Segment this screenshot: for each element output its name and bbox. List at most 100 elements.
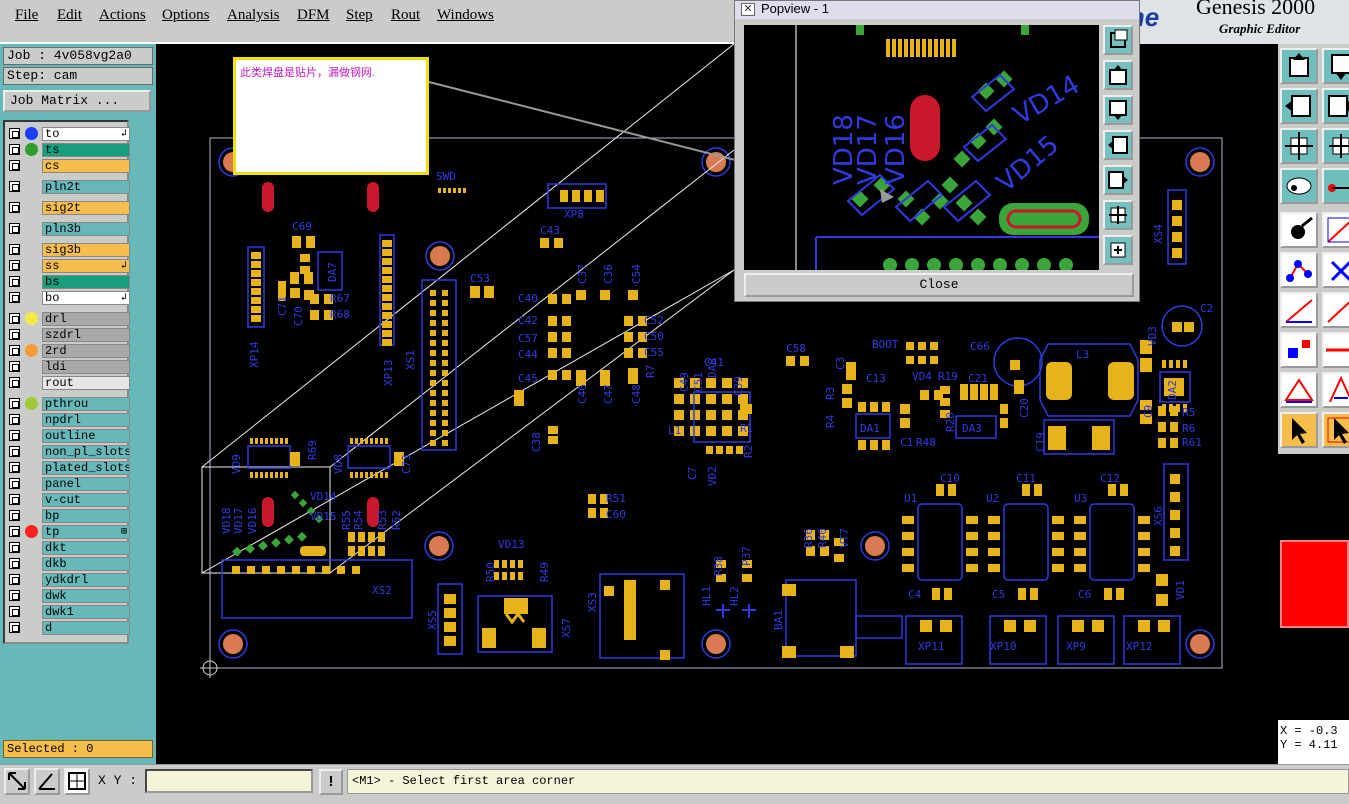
layer-checkbox[interactable] [9, 361, 20, 372]
layer-row-cs[interactable]: cs [9, 159, 130, 173]
add-pad-icon[interactable] [1280, 212, 1318, 248]
pan-left-icon[interactable] [1103, 130, 1133, 160]
layer-checkbox[interactable] [9, 462, 20, 473]
layer-color-dot[interactable] [25, 397, 38, 410]
close-button[interactable]: Close [744, 273, 1134, 297]
pan-up-icon[interactable] [1103, 60, 1133, 90]
pan-right-icon[interactable] [1322, 88, 1349, 124]
layer-row-szdrl[interactable]: szdrl [9, 328, 130, 342]
arrow-triangle-icon[interactable] [1322, 372, 1349, 408]
layer-checkbox[interactable] [9, 430, 20, 441]
layer-checkbox[interactable] [9, 260, 20, 271]
layer-row-drl[interactable]: drl [9, 312, 130, 326]
layer-name[interactable]: sig2t [42, 201, 130, 215]
layer-checkbox[interactable] [9, 223, 20, 234]
select-box-icon[interactable] [1322, 412, 1349, 448]
angle-icon[interactable] [1280, 292, 1318, 328]
layer-name[interactable]: rout [42, 376, 130, 390]
zoom-in-icon[interactable] [1280, 128, 1318, 164]
popview-canvas[interactable]: VD18 VD17 VD16 VD14 VD15 [744, 25, 1099, 270]
layer-checkbox[interactable] [9, 144, 20, 155]
layer-name[interactable]: dkb [42, 557, 130, 571]
layer-color-dot[interactable] [25, 344, 38, 357]
layer-row-sig2t[interactable]: sig2t [9, 201, 130, 215]
menu-analysis[interactable]: Analysis [227, 7, 280, 24]
layer-name[interactable]: ss ↲ [42, 259, 130, 273]
layer-row-ldi[interactable]: ldi [9, 360, 130, 374]
note-box[interactable]: 此类焊盘是贴片，漏做钢网. [233, 57, 429, 175]
layer-row-pln3b[interactable]: pln3b [9, 222, 130, 236]
xy-input[interactable] [145, 769, 313, 793]
layer-color-dot[interactable] [25, 525, 38, 538]
pan-down-icon[interactable] [1322, 48, 1349, 84]
layer-name[interactable]: plated_slots [42, 461, 130, 475]
add-surface-icon[interactable] [1280, 252, 1318, 288]
zoom-to-fit-icon[interactable] [1103, 25, 1133, 55]
layer-row-ydkdrl[interactable]: ydkdrl [9, 573, 130, 587]
menu-edit[interactable]: Edit [57, 7, 82, 24]
layer-name[interactable]: bo ↲ [42, 291, 130, 305]
layer-row-plated_slots[interactable]: plated_slots [9, 461, 130, 475]
pan-right-icon[interactable] [1103, 165, 1133, 195]
layer-row-bs[interactable]: bs [9, 275, 130, 289]
triangle-icon[interactable] [1280, 372, 1318, 408]
layer-row-panel[interactable]: panel [9, 477, 130, 491]
layer-checkbox[interactable] [9, 494, 20, 505]
zoom-out-icon[interactable] [1322, 128, 1349, 164]
window-close-icon[interactable]: ✕ [741, 3, 755, 16]
snap-icon[interactable] [1322, 168, 1349, 204]
layer-name[interactable]: ldi [42, 360, 130, 374]
layer-name[interactable]: npdrl [42, 413, 130, 427]
layer-checkbox[interactable] [9, 606, 20, 617]
layer-name[interactable]: tp ⊞ [42, 525, 130, 539]
layer-row-npdrl[interactable]: npdrl [9, 413, 130, 427]
layer-name[interactable]: dkt [42, 541, 130, 555]
job-matrix-button[interactable]: Job Matrix ... [3, 90, 151, 112]
layer-checkbox[interactable] [9, 329, 20, 340]
layer-color-dot[interactable] [25, 127, 38, 140]
menu-rout[interactable]: Rout [391, 7, 420, 24]
menu-file[interactable]: File [15, 7, 38, 24]
menu-windows[interactable]: Windows [437, 7, 494, 24]
layer-color-dot[interactable] [25, 312, 38, 325]
layer-name[interactable]: dwk [42, 589, 130, 603]
menu-actions[interactable]: Actions [99, 7, 146, 24]
layer-checkbox[interactable] [9, 398, 20, 409]
layer-checkbox[interactable] [9, 446, 20, 457]
layer-row-pthrou[interactable]: pthrou [9, 397, 130, 411]
layer-color-dot[interactable] [25, 143, 38, 156]
layer-checkbox[interactable] [9, 558, 20, 569]
menu-options[interactable]: Options [162, 7, 210, 24]
layer-checkbox[interactable] [9, 345, 20, 356]
resize-icon[interactable] [4, 768, 30, 795]
layer-name[interactable]: pthrou [42, 397, 130, 411]
pad-move-icon[interactable] [1280, 332, 1318, 368]
layer-checkbox[interactable] [9, 377, 20, 388]
delete-icon[interactable] [1322, 252, 1349, 288]
layer-row-tp[interactable]: tp ⊞ [9, 525, 130, 539]
layer-name[interactable]: outline [42, 429, 130, 443]
layer-row-d[interactable]: d [9, 621, 130, 635]
layer-row-dkb[interactable]: dkb [9, 557, 130, 571]
layer-checkbox[interactable] [9, 202, 20, 213]
layer-name[interactable]: d [42, 621, 130, 635]
add-line-icon[interactable] [1322, 212, 1349, 248]
menu-dfm[interactable]: DFM [297, 7, 330, 24]
pan-left-icon[interactable] [1280, 88, 1318, 124]
layer-row-non_pl_slots[interactable]: non_pl_slots [9, 445, 130, 459]
layer-name[interactable]: to ↲ [42, 127, 130, 141]
layer-name[interactable]: cs [42, 159, 130, 173]
layer-name[interactable]: bs [42, 275, 130, 289]
layer-row-dkt[interactable]: dkt [9, 541, 130, 555]
layer-name[interactable]: drl [42, 312, 130, 326]
zoom-out-icon[interactable] [1103, 235, 1133, 265]
layer-checkbox[interactable] [9, 276, 20, 287]
layer-checkbox[interactable] [9, 128, 20, 139]
layer-checkbox[interactable] [9, 181, 20, 192]
layer-checkbox[interactable] [9, 542, 20, 553]
layer-row-ss[interactable]: ss ↲ [9, 259, 130, 273]
layer-row-sig3b[interactable]: sig3b [9, 243, 130, 257]
layer-checkbox[interactable] [9, 244, 20, 255]
layer-name[interactable]: sig3b [42, 243, 130, 257]
warning-icon[interactable]: ! [319, 769, 343, 795]
